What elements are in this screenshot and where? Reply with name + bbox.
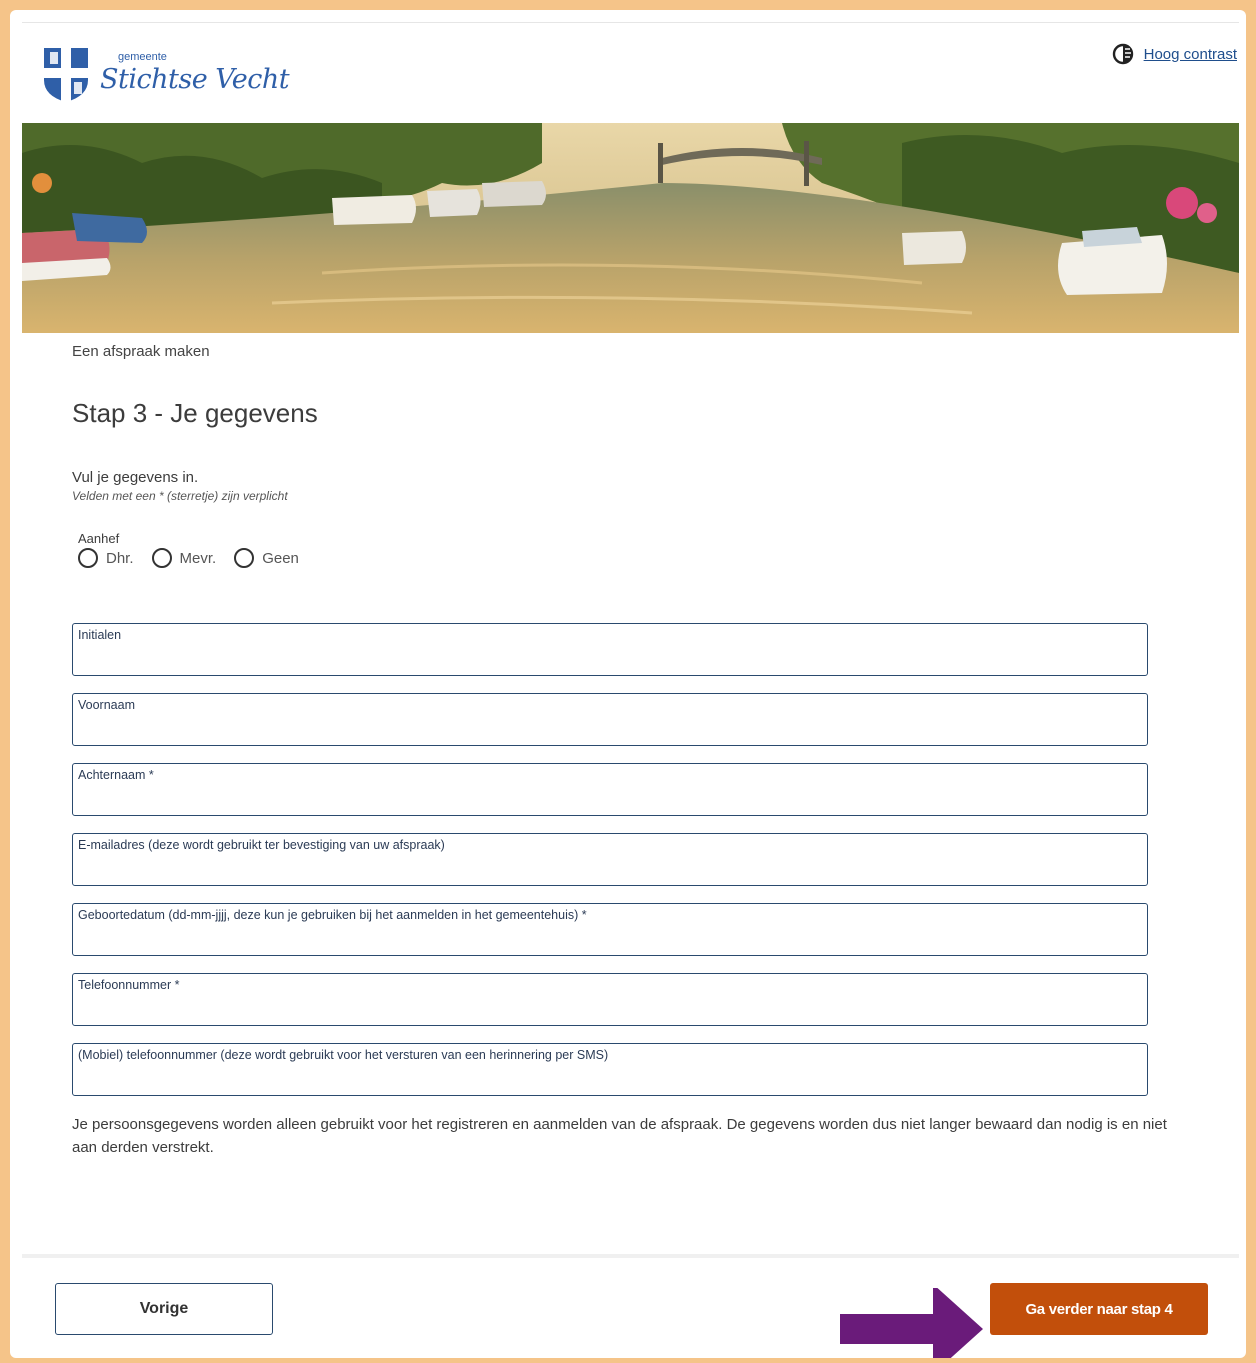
contrast-icon [1112,43,1133,65]
email-input[interactable] [78,859,1140,879]
field-label: Geboortedatum (dd-mm-jjjj, deze kun je g… [78,908,587,922]
last-name-input[interactable] [78,789,1140,809]
field-label: E-mailadres (deze wordt gebruikt ter bev… [78,838,445,852]
municipality-logo[interactable]: gemeente Stichtse Vecht [42,46,292,106]
initials-input[interactable] [78,649,1140,669]
first-name-field[interactable]: Voornaam [72,693,1148,746]
required-fields-note: Velden met een * (sterretje) zijn verpli… [72,489,288,503]
page-title: Stap 3 - Je gegevens [72,398,318,428]
first-name-input[interactable] [78,719,1140,739]
field-label: Voornaam [78,698,135,712]
radio-label: Dhr. [106,549,134,567]
birthdate-field[interactable]: Geboortedatum (dd-mm-jjjj, deze kun je g… [72,903,1148,956]
intro-text: Vul je gegevens in. [72,469,199,486]
birthdate-input[interactable] [78,929,1140,949]
arrow-right-icon [840,1288,983,1358]
privacy-notice: Je persoonsgegevens worden alleen gebrui… [72,1116,1167,1156]
radio-button[interactable] [78,548,98,568]
radio-label: Mevr. [179,549,217,567]
shield-cross-icon [44,48,88,102]
salutation-option-geen[interactable]: Geen [234,548,299,568]
phone-input[interactable] [78,999,1140,1019]
logo-title: Stichtse Vecht [100,64,290,95]
logo-subtitle: gemeente [118,51,167,63]
initials-field[interactable]: Initialen [72,623,1148,676]
field-label: Telefoonnummer * [78,978,180,992]
salutation-radio-group: Dhr. Mevr. Geen [78,548,1192,568]
field-label: (Mobiel) telefoonnummer (deze wordt gebr… [78,1048,609,1062]
footer-divider [22,1254,1239,1258]
appointment-page: gemeente Stichtse Vecht Hoog contrast Ee… [22,22,1239,1358]
previous-button[interactable]: Vorige [55,1283,273,1335]
high-contrast-toggle[interactable]: Hoog contrast [1112,43,1237,65]
banner-image-canal [22,123,1239,333]
form-content: Een afspraak maken Stap 3 - Je gegevens … [72,343,1192,1156]
radio-button[interactable] [234,548,255,568]
phone-field[interactable]: Telefoonnummer * [72,973,1148,1026]
salutation-option-dhr[interactable]: Dhr. [78,548,134,568]
email-field[interactable]: E-mailadres (deze wordt gebruikt ter bev… [72,833,1148,886]
next-step-button[interactable]: Ga verder naar stap 4 [990,1283,1208,1335]
salutation-option-mevr[interactable]: Mevr. [151,548,217,568]
last-name-field[interactable]: Achternaam * [72,763,1148,816]
high-contrast-link[interactable]: Hoog contrast [1144,46,1237,63]
screenshot-frame: gemeente Stichtse Vecht Hoog contrast Ee… [10,10,1246,1358]
mobile-phone-input[interactable] [78,1069,1140,1089]
field-label: Initialen [78,628,122,642]
salutation-label: Aanhef [78,531,120,546]
radio-button[interactable] [151,548,172,568]
radio-label: Geen [262,549,299,567]
mobile-phone-field[interactable]: (Mobiel) telefoonnummer (deze wordt gebr… [72,1043,1148,1096]
field-label: Achternaam * [78,768,154,782]
form-fields: Initialen Voornaam Achternaam * E-mailad… [72,623,1148,1113]
breadcrumb[interactable]: Een afspraak maken [72,343,1192,360]
